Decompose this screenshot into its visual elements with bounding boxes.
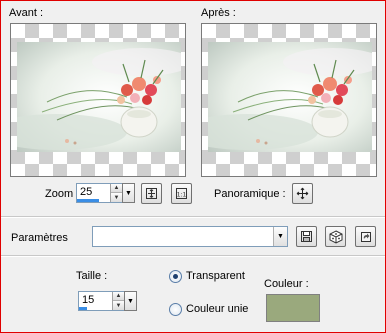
size-dropdown-button[interactable]: ▼: [124, 291, 137, 311]
solid-color-label[interactable]: Couleur unie: [186, 303, 248, 315]
zoom-dropdown-button[interactable]: ▼: [122, 183, 135, 203]
move-icon: [296, 187, 309, 200]
color-swatch[interactable]: [266, 294, 320, 322]
transparent-radio[interactable]: [169, 270, 182, 283]
spin-down-icon[interactable]: ▼: [111, 193, 122, 202]
fit-window-icon: [146, 188, 157, 199]
reset-icon: [360, 231, 371, 242]
zoom-spinner[interactable]: 25 ▲ ▼: [76, 183, 123, 203]
solid-color-radio[interactable]: [169, 303, 182, 316]
dice-icon: [329, 229, 342, 244]
after-image: [208, 42, 372, 152]
save-preset-button[interactable]: [296, 226, 317, 247]
floppy-disk-icon: [301, 231, 312, 242]
color-label: Couleur :: [264, 278, 309, 290]
separator-bottom: [1, 255, 385, 257]
zoom-label: Zoom :: [45, 188, 80, 200]
zoom-fit-button[interactable]: [141, 183, 162, 204]
spin-down-icon[interactable]: ▼: [113, 301, 124, 310]
size-value: 15: [82, 294, 95, 306]
zoom-progress: [77, 199, 99, 202]
params-combobox[interactable]: ▼: [92, 226, 288, 247]
params-label: Paramètres: [11, 232, 68, 244]
spin-up-icon[interactable]: ▲: [111, 184, 122, 193]
zoom-value: 25: [80, 186, 93, 198]
actual-size-icon: 1:1: [176, 188, 187, 199]
size-progress: [79, 307, 87, 310]
chevron-down-icon: ▼: [277, 233, 284, 240]
transparent-label[interactable]: Transparent: [186, 270, 245, 282]
zoom-spin-buttons[interactable]: ▲ ▼: [110, 184, 122, 202]
reset-button[interactable]: [355, 226, 376, 247]
spin-up-icon[interactable]: ▲: [113, 292, 124, 301]
separator-top: [1, 216, 385, 218]
before-image: [17, 42, 181, 152]
size-spinner[interactable]: 15 ▲ ▼: [78, 291, 125, 311]
svg-text:1:1: 1:1: [177, 192, 187, 199]
chevron-down-icon: ▼: [127, 297, 134, 305]
after-label: Après :: [201, 7, 236, 19]
chevron-down-icon: ▼: [125, 189, 132, 197]
before-preview[interactable]: [10, 23, 186, 177]
after-preview[interactable]: [201, 23, 377, 177]
pan-button[interactable]: [292, 183, 313, 204]
before-label: Avant :: [9, 7, 44, 19]
size-spin-buttons[interactable]: ▲ ▼: [112, 292, 124, 310]
zoom-actual-size-button[interactable]: 1:1: [171, 183, 192, 204]
params-dropdown-button[interactable]: ▼: [273, 227, 287, 246]
random-button[interactable]: [325, 226, 346, 247]
pan-label: Panoramique :: [214, 188, 286, 200]
size-label: Taille :: [76, 270, 108, 282]
